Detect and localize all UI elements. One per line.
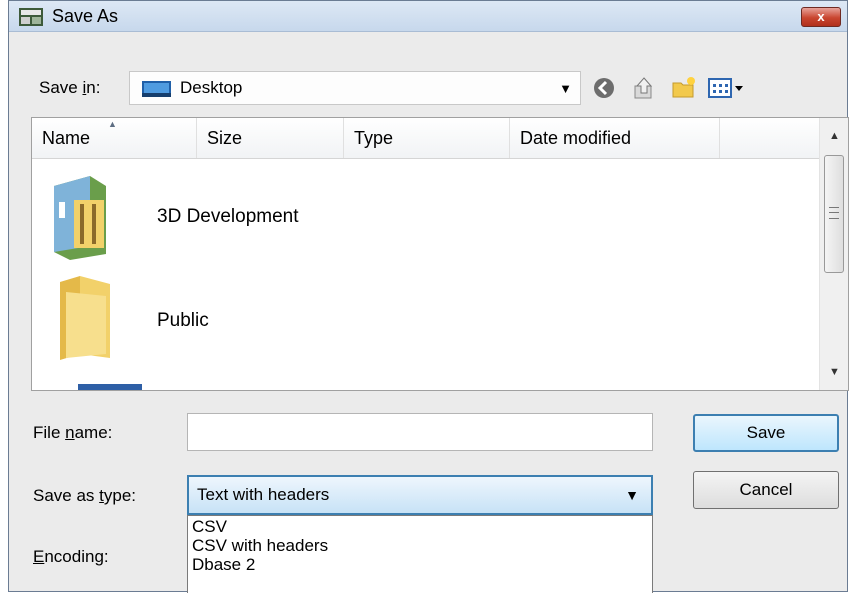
list-item-3d-development[interactable]: 3D Development <box>32 164 822 264</box>
save-as-type-value: Text with headers <box>197 485 330 504</box>
column-type[interactable]: Type <box>344 118 510 158</box>
up-folder-icon[interactable] <box>631 75 657 101</box>
file-list[interactable]: Name ▲ Size Type Date modified 3D Develo… <box>31 117 849 391</box>
option-dbase-2[interactable]: Dbase 2 <box>192 555 255 575</box>
encoding-label: Encoding: <box>33 547 109 566</box>
column-name[interactable]: Name ▲ <box>32 118 197 158</box>
app-icon <box>19 8 43 26</box>
cancel-button[interactable]: Cancel <box>693 471 839 509</box>
save-button[interactable]: Save <box>693 414 839 452</box>
back-icon[interactable] <box>591 75 617 101</box>
new-folder-icon[interactable] <box>671 75 697 101</box>
save-as-type-dropdown[interactable]: Text with headers ▼ <box>187 475 653 515</box>
sort-asc-icon: ▲ <box>108 119 117 129</box>
chevron-down-icon: ▼ <box>559 81 572 96</box>
window-title: Save As <box>52 6 119 26</box>
item-label: Public <box>157 310 209 331</box>
partial-item-icon <box>78 384 142 390</box>
save-as-dialog: Save As x Save in: Desktop ▼ Name ▲ Size… <box>8 0 849 593</box>
item-label: 3D Development <box>157 206 299 227</box>
close-button[interactable]: x <box>801 7 841 27</box>
vertical-scrollbar[interactable]: ▲ ▼ <box>819 118 848 390</box>
title-bar[interactable]: Save As x <box>9 1 847 32</box>
scroll-down-icon[interactable]: ▼ <box>829 366 840 378</box>
grip-icon <box>829 207 839 219</box>
file-name-label: File name: <box>33 423 113 442</box>
option-csv-with-headers[interactable]: CSV with headers <box>192 536 328 556</box>
views-menu-icon[interactable] <box>707 75 747 101</box>
chevron-down-icon: ▼ <box>625 487 639 503</box>
option-csv[interactable]: CSV <box>192 517 227 537</box>
save-as-type-label: Save as type: <box>33 486 137 505</box>
save-as-type-options: CSV CSV with headers Dbase 2 <box>187 515 653 593</box>
close-icon: x <box>817 9 825 24</box>
desktop-icon <box>142 81 171 97</box>
column-date-modified[interactable]: Date modified <box>510 118 720 158</box>
list-header: Name ▲ Size Type Date modified <box>32 118 822 159</box>
scroll-up-icon[interactable]: ▲ <box>829 130 840 142</box>
column-size[interactable]: Size <box>197 118 344 158</box>
save-in-value: Desktop <box>180 78 243 97</box>
folder-icon <box>60 276 110 360</box>
list-item-public[interactable]: Public <box>32 268 822 368</box>
save-in-dropdown[interactable]: Desktop ▼ <box>129 71 581 105</box>
file-name-input[interactable] <box>187 413 653 451</box>
scroll-thumb[interactable] <box>824 155 844 273</box>
library-folder-icon <box>54 176 106 260</box>
save-in-label: Save in: <box>39 78 101 97</box>
